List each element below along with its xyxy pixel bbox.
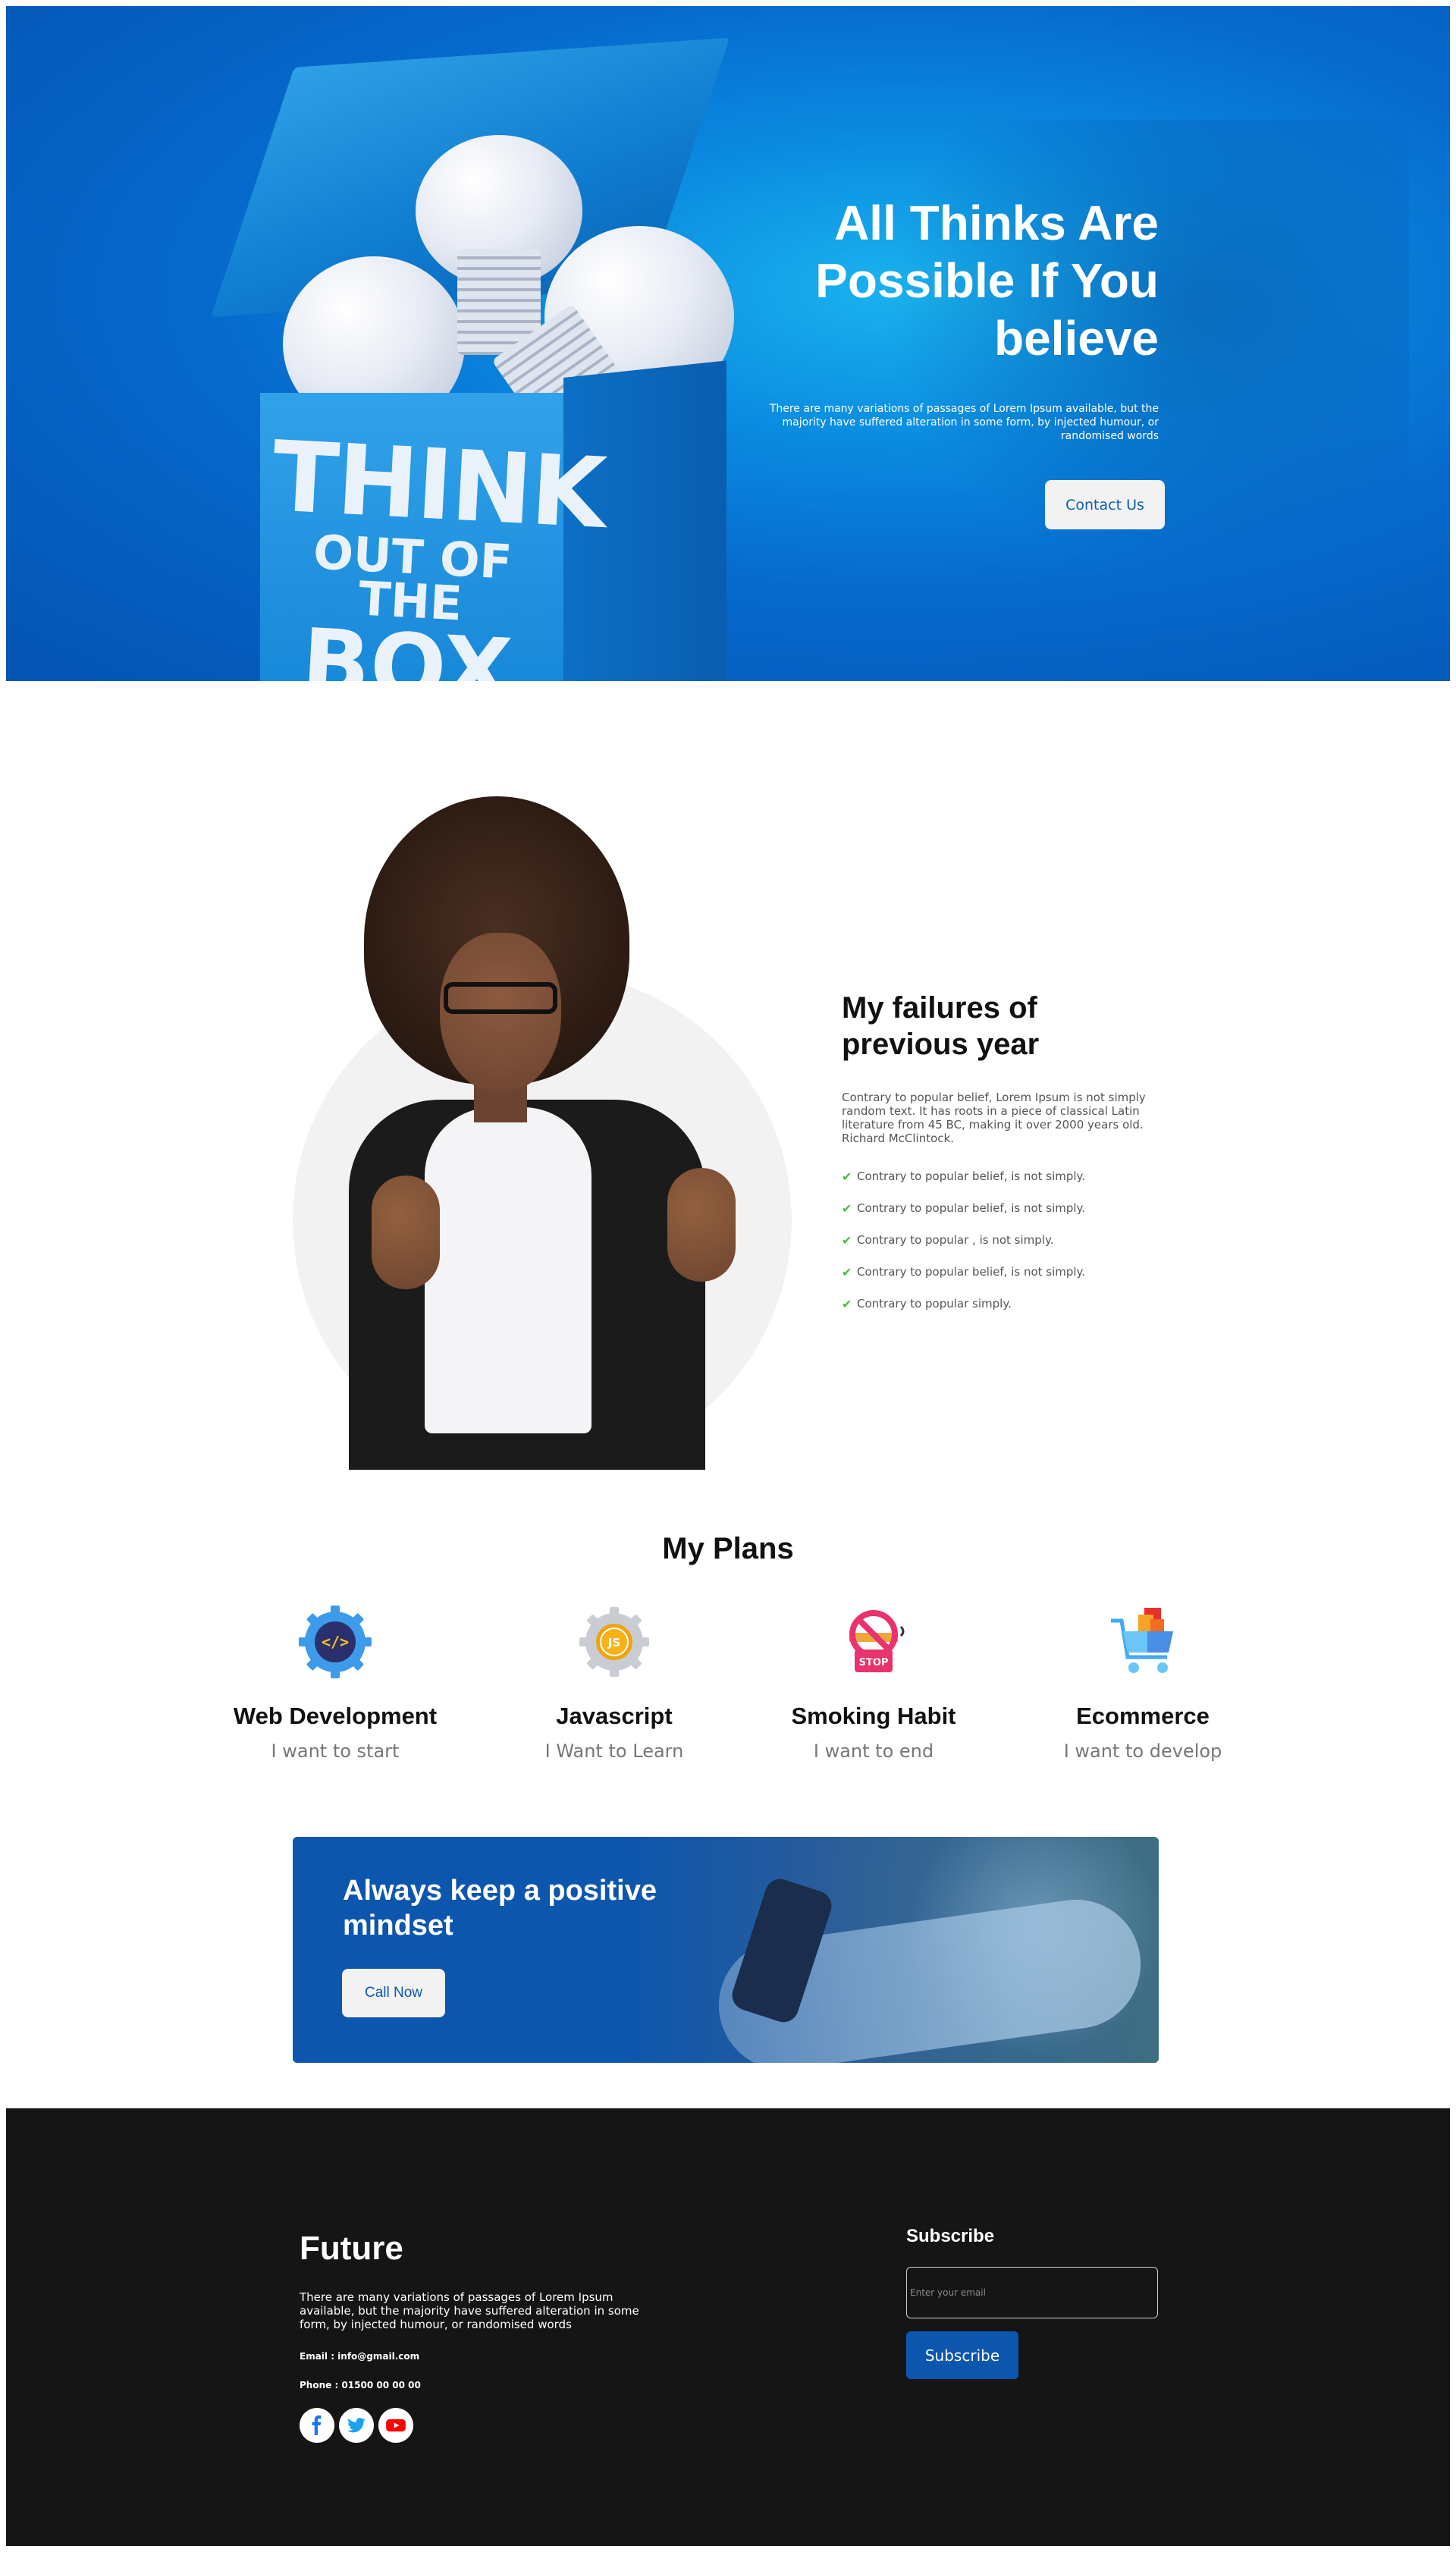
subscribe-button[interactable]: Subscribe bbox=[906, 2331, 1018, 2379]
check-icon: ✔ bbox=[842, 1232, 852, 1248]
list-item-text: Contrary to popular belief, is not simpl… bbox=[857, 1201, 1086, 1215]
plan-title: Web Development bbox=[233, 1703, 438, 1729]
shopping-cart-icon bbox=[1111, 1608, 1173, 1673]
check-icon: ✔ bbox=[842, 1296, 852, 1311]
hero-title: All Thinks Are Possible If You believe bbox=[815, 196, 1159, 366]
plan-subtitle: I want to end bbox=[813, 1741, 934, 1762]
hero-section: THINK OUT OF THE BOX All Thinks Are Poss… bbox=[6, 6, 1450, 681]
hero-text: There are many variations of passages of… bbox=[769, 403, 1159, 442]
plan-subtitle: I want to develop bbox=[1063, 1741, 1222, 1762]
list-item-text: Contrary to popular , is not simply. bbox=[857, 1233, 1054, 1247]
plan-title: Smoking Habit bbox=[791, 1703, 956, 1729]
svg-text:</>: </> bbox=[322, 1633, 349, 1651]
portrait-shirt bbox=[425, 1107, 592, 1433]
footer-text: There are many variations of passages of… bbox=[300, 2290, 639, 2331]
code-gear-icon: </> bbox=[299, 1606, 372, 1678]
youtube-icon bbox=[386, 2419, 406, 2432]
contact-us-button[interactable]: Contact Us bbox=[1045, 480, 1165, 529]
plan-card-javascript: JS Javascript I Want to Learn bbox=[493, 1604, 736, 1762]
box-text-line3: BOX bbox=[299, 609, 515, 681]
hero-image-box-with-bulbs: THINK OUT OF THE BOX bbox=[188, 37, 734, 681]
portrait-hand-left bbox=[372, 1176, 440, 1289]
plan-subtitle: I Want to Learn bbox=[544, 1741, 684, 1762]
youtube-link[interactable] bbox=[378, 2408, 413, 2443]
mindset-banner: Always keep a positive mindset Call Now bbox=[293, 1837, 1159, 2063]
email-input[interactable] bbox=[906, 2267, 1158, 2318]
portrait-hand-right bbox=[667, 1168, 736, 1282]
footer-brand: Future bbox=[300, 2230, 403, 2267]
box-text-line1: THINK bbox=[269, 420, 608, 551]
failures-title: My failures of previous year bbox=[842, 991, 1040, 1061]
twitter-icon bbox=[347, 2418, 366, 2433]
plan-card-smoking-habit: STOP Smoking Habit I want to end bbox=[752, 1604, 995, 1762]
failures-list: ✔ Contrary to popular belief, is not simp… bbox=[842, 1160, 1175, 1320]
check-icon: ✔ bbox=[842, 1201, 852, 1216]
box-print: THINK OUT OF THE BOX bbox=[261, 420, 608, 681]
call-now-button[interactable]: Call Now bbox=[342, 1969, 445, 2017]
svg-text:JS: JS bbox=[607, 1636, 620, 1650]
woman-portrait-image bbox=[334, 796, 758, 1470]
banner-title: Always keep a positive mindset bbox=[343, 1875, 657, 1941]
portrait-glasses bbox=[444, 982, 557, 1014]
list-item-text: Contrary to popular simply. bbox=[857, 1297, 1012, 1311]
check-icon: ✔ bbox=[842, 1264, 852, 1279]
check-icon: ✔ bbox=[842, 1169, 852, 1184]
footer: Future There are many variations of pass… bbox=[6, 2108, 1450, 2546]
failures-text: Contrary to popular belief, Lorem Ipsum … bbox=[842, 1091, 1146, 1145]
list-item-text: Contrary to popular belief, is not simpl… bbox=[857, 1169, 1086, 1183]
plan-subtitle: I want to start bbox=[271, 1741, 400, 1762]
facebook-link[interactable] bbox=[300, 2408, 334, 2443]
js-gear-icon: JS bbox=[579, 1607, 649, 1677]
list-item: ✔ Contrary to popular , is not simply. bbox=[842, 1224, 1175, 1256]
facebook-icon bbox=[312, 2415, 322, 2435]
footer-phone: Phone : 01500 00 00 00 bbox=[300, 2380, 421, 2390]
plan-title: Javascript bbox=[556, 1703, 673, 1729]
footer-email: Email : info@gmail.com bbox=[300, 2351, 420, 2362]
twitter-link[interactable] bbox=[339, 2408, 374, 2443]
plan-card-ecommerce: Ecommerce I want to develop bbox=[1021, 1604, 1264, 1762]
stop-badge-text: STOP bbox=[859, 1657, 889, 1668]
list-item: ✔ Contrary to popular simply. bbox=[842, 1288, 1175, 1320]
plan-card-web-development: </> Web Development I want to start bbox=[214, 1604, 457, 1762]
page: THINK OUT OF THE BOX All Thinks Are Poss… bbox=[0, 0, 1456, 2552]
list-item: ✔ Contrary to popular belief, is not simp… bbox=[842, 1192, 1175, 1224]
list-item: ✔ Contrary to popular belief, is not simp… bbox=[842, 1256, 1175, 1288]
list-item: ✔ Contrary to popular belief, is not simp… bbox=[842, 1160, 1175, 1192]
plan-title: Ecommerce bbox=[1076, 1703, 1210, 1729]
no-smoking-icon: STOP bbox=[849, 1610, 905, 1672]
list-item-text: Contrary to popular belief, is not simpl… bbox=[857, 1265, 1086, 1279]
plans-title: My Plans bbox=[662, 1532, 794, 1565]
subscribe-title: Subscribe bbox=[906, 2226, 995, 2246]
